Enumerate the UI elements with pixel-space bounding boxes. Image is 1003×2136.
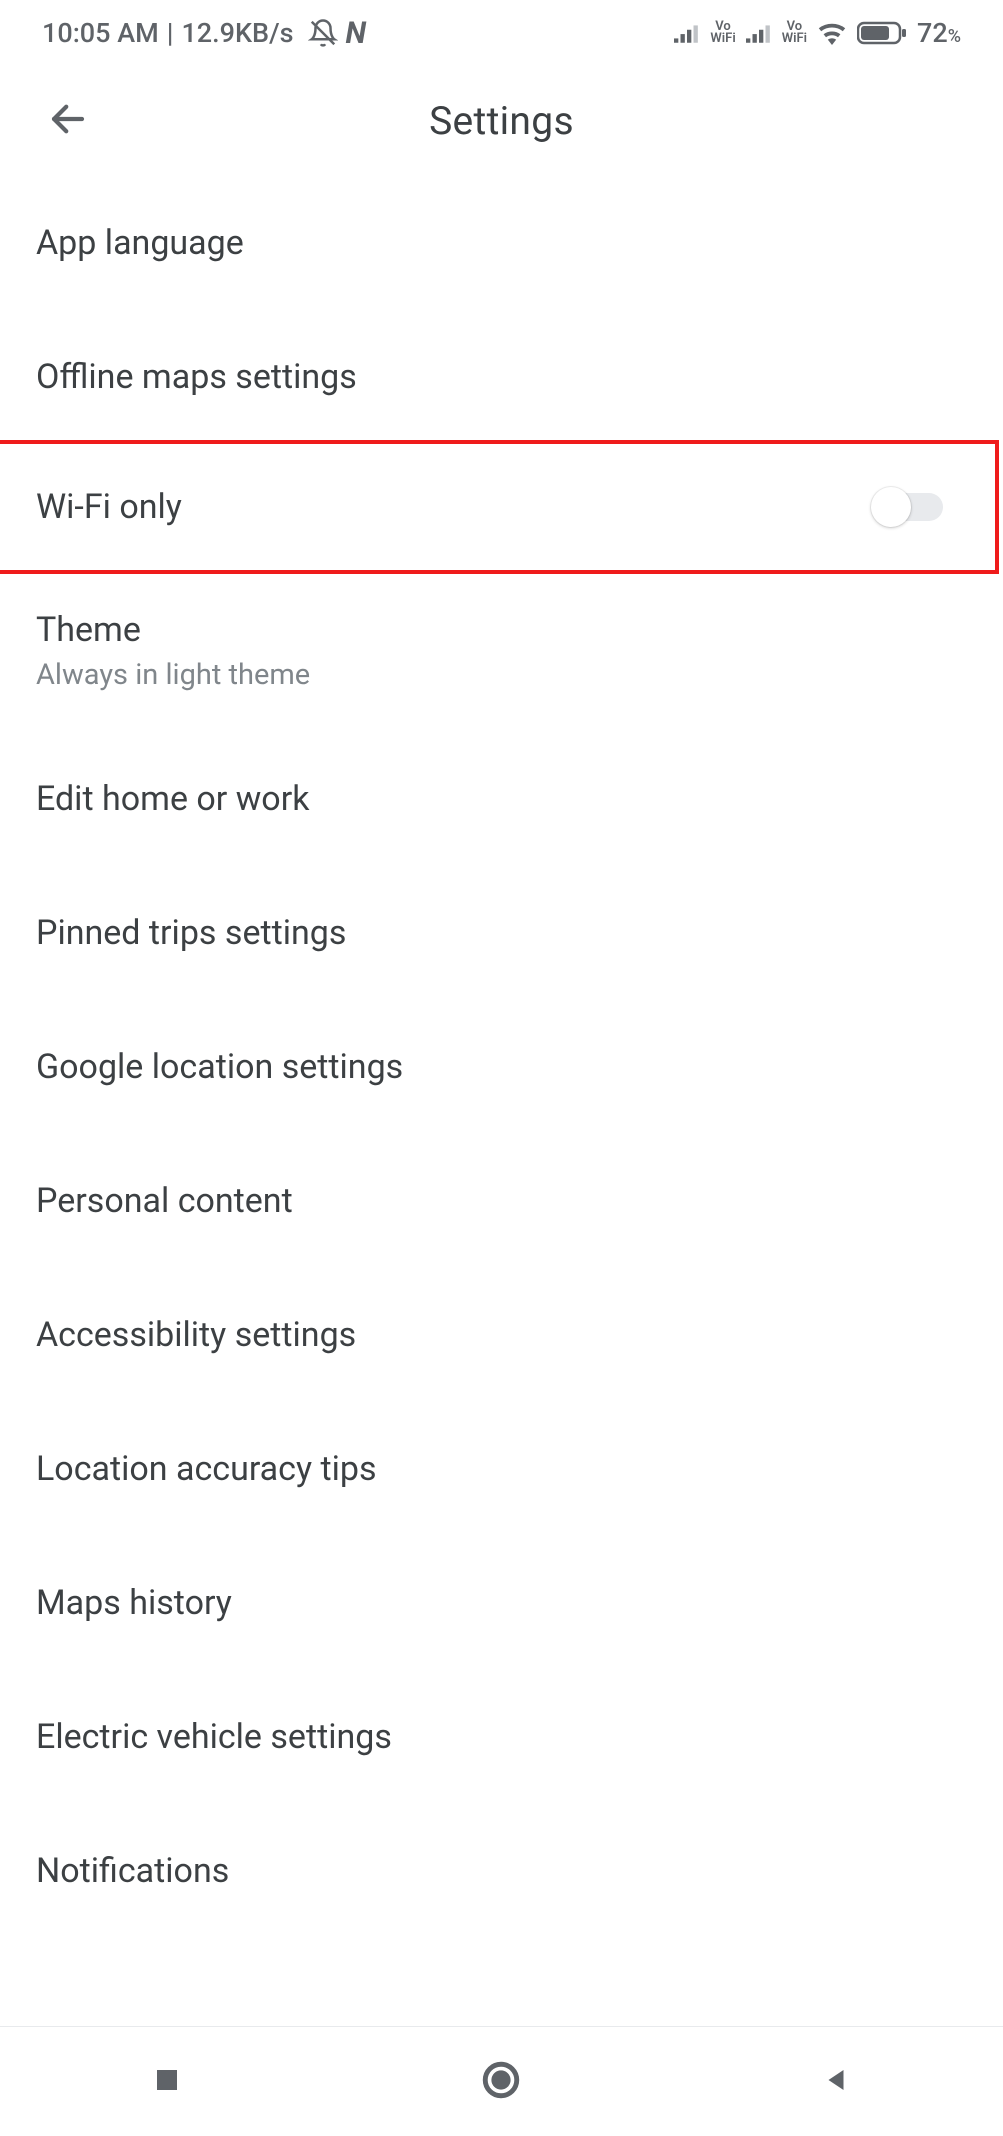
- row-label: Offline maps settings: [36, 357, 357, 397]
- row-label: Electric vehicle settings: [36, 1717, 392, 1757]
- wifi-icon: [817, 21, 847, 45]
- row-ev-settings[interactable]: Electric vehicle settings: [0, 1670, 1003, 1804]
- signal-icon: [674, 23, 700, 43]
- square-icon: [152, 2065, 182, 2099]
- row-sublabel: Always in light theme: [36, 658, 310, 692]
- row-label: Pinned trips settings: [36, 913, 346, 953]
- status-time: 10:05 AM: [42, 17, 159, 49]
- row-label: Location accuracy tips: [36, 1449, 377, 1489]
- row-label: Wi-Fi only: [36, 487, 182, 527]
- vowifi-icon-2: VoWiFi: [782, 21, 807, 44]
- status-separator: |: [167, 17, 174, 49]
- status-data-speed: 12.9KB/s: [181, 17, 293, 49]
- vowifi-icon: VoWiFi: [710, 21, 735, 44]
- nav-recent-button[interactable]: [142, 2057, 192, 2107]
- row-pinned-trips[interactable]: Pinned trips settings: [0, 866, 1003, 1000]
- status-bar: 10:05 AM | 12.9KB/s N VoWiFi VoWiFi 72%: [0, 0, 1003, 66]
- signal-icon-2: [746, 23, 772, 43]
- status-left: 10:05 AM | 12.9KB/s N: [42, 16, 366, 51]
- navigation-bar: [0, 2026, 1003, 2136]
- triangle-left-icon: [821, 2065, 851, 2099]
- row-label: Google location settings: [36, 1047, 403, 1087]
- bell-muted-icon: [308, 18, 338, 48]
- n-icon: N: [346, 16, 367, 51]
- circle-icon: [480, 2059, 522, 2105]
- status-right: VoWiFi VoWiFi 72%: [674, 17, 961, 49]
- row-label: App language: [36, 223, 244, 263]
- battery-percentage: 72%: [917, 17, 961, 49]
- wifi-only-toggle[interactable]: [875, 493, 943, 521]
- page-title: Settings: [0, 98, 1003, 144]
- row-personal-content[interactable]: Personal content: [0, 1134, 1003, 1268]
- row-label: Edit home or work: [36, 779, 309, 819]
- row-label: Personal content: [36, 1181, 293, 1221]
- row-offline-maps[interactable]: Offline maps settings: [0, 310, 1003, 444]
- row-label: Theme: [36, 610, 310, 650]
- row-label: Notifications: [36, 1851, 229, 1891]
- row-app-language[interactable]: App language: [0, 176, 1003, 310]
- row-label: Maps history: [36, 1583, 232, 1623]
- row-wifi-only[interactable]: Wi-Fi only: [0, 440, 999, 574]
- row-edit-home-work[interactable]: Edit home or work: [0, 732, 1003, 866]
- nav-home-button[interactable]: [476, 2057, 526, 2107]
- row-accessibility[interactable]: Accessibility settings: [0, 1268, 1003, 1402]
- app-bar: Settings: [0, 66, 1003, 176]
- row-google-location[interactable]: Google location settings: [0, 1000, 1003, 1134]
- row-maps-history[interactable]: Maps history: [0, 1536, 1003, 1670]
- row-theme[interactable]: Theme Always in light theme: [0, 570, 1003, 732]
- row-label: Accessibility settings: [36, 1315, 356, 1355]
- toggle-knob: [871, 487, 911, 527]
- battery-icon: [857, 20, 907, 46]
- row-notifications[interactable]: Notifications: [0, 1804, 1003, 1938]
- nav-back-button[interactable]: [811, 2057, 861, 2107]
- settings-list: App language Offline maps settings Wi-Fi…: [0, 176, 1003, 1938]
- row-location-tips[interactable]: Location accuracy tips: [0, 1402, 1003, 1536]
